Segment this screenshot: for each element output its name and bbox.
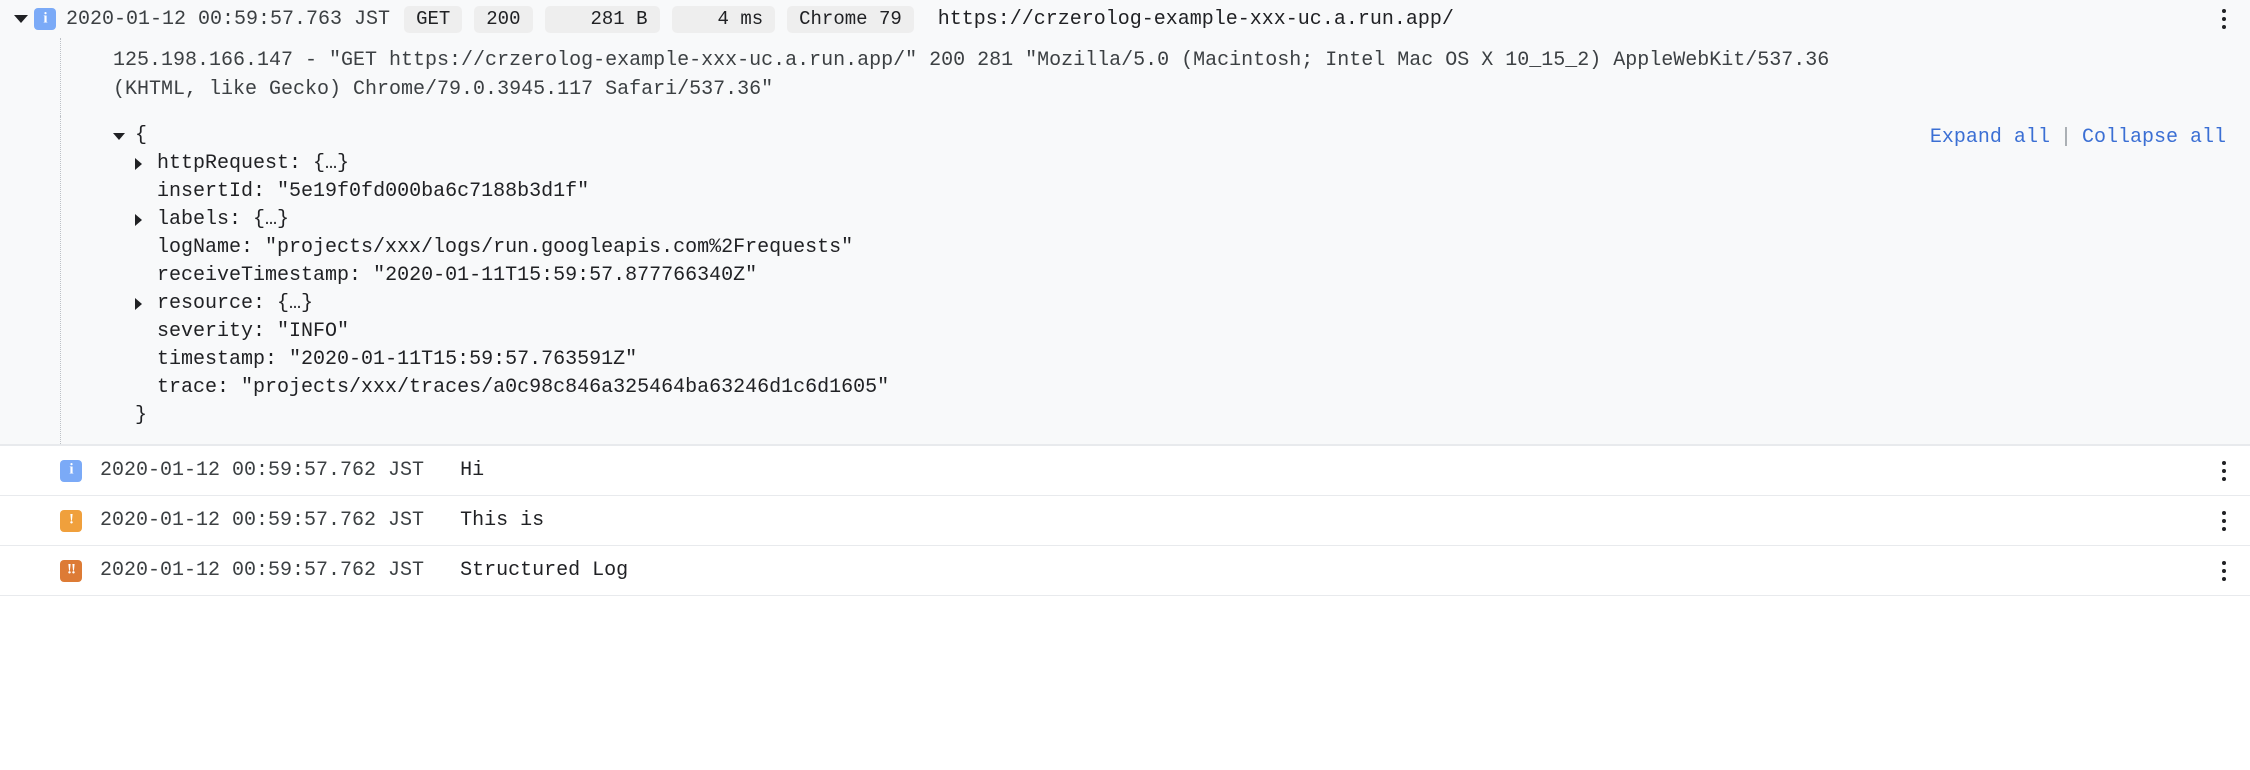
log-row[interactable]: i 2020-01-12 00:59:57.762 JST Hi (0, 446, 2250, 496)
json-key: trace: (157, 376, 230, 399)
info-icon: i (34, 8, 56, 30)
json-key: timestamp: (157, 348, 278, 371)
expanded-log-entry: i 2020-01-12 00:59:57.763 JST GET 200 28… (0, 0, 2250, 446)
json-key: resource: (157, 292, 266, 315)
kebab-dot (2222, 25, 2226, 29)
json-field-insertId: insertId: "5e19f0fd000ba6c7188b3d1f" (113, 178, 2250, 206)
json-field-toggle[interactable] (135, 214, 157, 226)
kebab-dot (2222, 17, 2226, 21)
log-entry-summary-row[interactable]: i 2020-01-12 00:59:57.763 JST GET 200 28… (0, 0, 2250, 38)
kebab-dot (2222, 576, 2226, 581)
json-field-severity: severity: "INFO" (113, 318, 2250, 346)
json-value: "2020-01-11T15:59:57.763591Z" (289, 348, 638, 371)
payload-line: 125.198.166.147 - "GET https://crzerolog… (113, 49, 1830, 72)
log-row[interactable]: !! 2020-01-12 00:59:57.762 JST Structure… (0, 546, 2250, 596)
info-icon-glyph: i (69, 461, 73, 478)
kebab-dot (2222, 526, 2226, 531)
latency-badge: 4 ms (671, 5, 776, 33)
actions-divider: | (2059, 126, 2072, 149)
kebab-dot (2222, 9, 2226, 13)
error-icon-glyph: !! (67, 561, 76, 578)
log-timestamp: 2020-01-12 00:59:57.762 JST (100, 459, 425, 482)
more-options-icon[interactable] (2210, 557, 2238, 585)
expand-collapse-toggle[interactable] (8, 15, 34, 23)
http-method-badge: GET (404, 5, 463, 33)
json-key: severity: (157, 320, 266, 343)
json-value: "5e19f0fd000ba6c7188b3d1f" (277, 180, 590, 203)
kebab-dot (2222, 510, 2226, 515)
log-viewer: i 2020-01-12 00:59:57.763 JST GET 200 28… (0, 0, 2250, 770)
log-timestamp: 2020-01-12 00:59:57.763 JST (66, 7, 391, 31)
log-message: Structured Log (460, 559, 629, 582)
chevron-down-icon (113, 132, 125, 140)
expand-all-link[interactable]: Expand all (1930, 126, 2050, 149)
kebab-dot (2222, 476, 2226, 481)
json-value: "projects/xxx/logs/run.googleapis.com%2F… (265, 236, 854, 259)
log-message: Hi (460, 459, 485, 482)
info-icon-glyph: i (43, 10, 47, 26)
response-size-badge: 281 B (544, 5, 660, 33)
json-tree: Expand all | Collapse all { httpRequest:… (60, 116, 2250, 444)
collapse-all-link[interactable]: Collapse all (2082, 126, 2226, 149)
chevron-down-icon (14, 15, 28, 23)
more-options-icon[interactable] (2210, 5, 2238, 33)
json-value: "2020-01-11T15:59:57.877766340Z" (373, 264, 758, 287)
chevron-right-icon (135, 298, 142, 310)
json-field-resource[interactable]: resource: {…} (113, 290, 2250, 318)
chevron-right-icon (135, 214, 142, 226)
json-key: insertId: (157, 180, 266, 203)
raw-payload-text: 125.198.166.147 - "GET https://crzerolog… (60, 38, 2250, 116)
kebab-dot (2222, 560, 2226, 565)
kebab-dot (2222, 460, 2226, 465)
json-root-toggle[interactable] (113, 132, 135, 140)
json-field-timestamp: timestamp: "2020-01-11T15:59:57.763591Z" (113, 346, 2250, 374)
warning-icon: ! (60, 509, 82, 532)
json-value: "INFO" (277, 320, 350, 343)
json-close-brace: } (135, 404, 148, 427)
kebab-dot (2222, 468, 2226, 473)
json-field-trace: trace: "projects/xxx/traces/a0c98c846a32… (113, 374, 2250, 402)
more-options-icon[interactable] (2210, 507, 2238, 535)
log-message: This is (460, 509, 545, 532)
json-open-brace: { (135, 124, 148, 147)
info-icon: i (60, 459, 82, 482)
json-value: {…} (277, 292, 314, 315)
http-status-badge: 200 (474, 5, 533, 33)
json-field-receiveTimestamp: receiveTimestamp: "2020-01-11T15:59:57.8… (113, 262, 2250, 290)
json-key: receiveTimestamp: (157, 264, 362, 287)
request-url: https://crzerolog-example-xxx-uc.a.run.a… (937, 7, 1454, 31)
json-value: "projects/xxx/traces/a0c98c846a325464ba6… (241, 376, 890, 399)
kebab-dot (2222, 568, 2226, 573)
user-agent-badge: Chrome 79 (787, 5, 914, 33)
json-root-close: } (113, 402, 2250, 430)
log-row[interactable]: ! 2020-01-12 00:59:57.762 JST This is (0, 496, 2250, 546)
json-key: labels: (157, 208, 242, 231)
json-field-labels[interactable]: labels: {…} (113, 206, 2250, 234)
json-value: {…} (313, 152, 350, 175)
json-field-toggle[interactable] (135, 298, 157, 310)
json-key: httpRequest: (157, 152, 302, 175)
kebab-dot (2222, 518, 2226, 523)
chevron-right-icon (135, 158, 142, 170)
json-field-logName: logName: "projects/xxx/logs/run.googleap… (113, 234, 2250, 262)
error-icon: !! (60, 559, 82, 582)
more-options-icon[interactable] (2210, 457, 2238, 485)
log-timestamp: 2020-01-12 00:59:57.762 JST (100, 559, 425, 582)
json-key: logName: (157, 236, 254, 259)
payload-line: (KHTML, like Gecko) Chrome/79.0.3945.117… (113, 78, 774, 101)
tree-actions: Expand all | Collapse all (1930, 126, 2226, 149)
warning-icon-glyph: ! (69, 511, 74, 528)
json-value: {…} (253, 208, 290, 231)
json-field-toggle[interactable] (135, 158, 157, 170)
json-field-httpRequest[interactable]: httpRequest: {…} (113, 150, 2250, 178)
log-timestamp: 2020-01-12 00:59:57.762 JST (100, 509, 425, 532)
